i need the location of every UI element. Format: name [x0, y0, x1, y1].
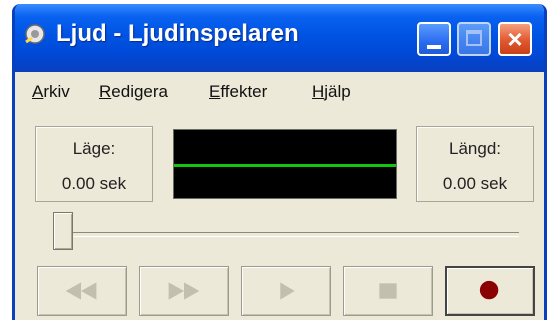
rewind-icon	[65, 282, 97, 300]
stop-icon	[379, 283, 397, 299]
speaker-icon[interactable]	[23, 22, 49, 48]
waveform-display	[173, 129, 397, 199]
title-bar[interactable]: Ljud - Ljudinspelaren ×	[15, 4, 544, 72]
rewind-button[interactable]	[37, 266, 127, 316]
maximize-icon	[466, 30, 482, 46]
close-icon: ×	[507, 24, 523, 54]
menu-hjalp[interactable]: Hjälp	[312, 82, 351, 102]
length-label: Längd:	[449, 139, 501, 158]
window-title: Ljud - Ljudinspelaren	[56, 20, 299, 47]
close-button[interactable]: ×	[498, 22, 532, 56]
record-icon	[479, 280, 499, 300]
minimize-icon	[427, 45, 441, 49]
record-button[interactable]	[445, 266, 535, 316]
menu-effekter[interactable]: Effekter	[209, 82, 267, 102]
maximize-button	[457, 22, 491, 56]
menu-redigera[interactable]: Redigera	[99, 82, 168, 102]
stop-button[interactable]	[343, 266, 433, 316]
menu-arkiv[interactable]: Arkiv	[32, 82, 70, 102]
menu-bar: Arkiv Redigera Effekter Hjälp	[15, 72, 544, 108]
position-value: 0.00 sek	[61, 174, 127, 193]
position-display: Läge: 0.00 sek	[35, 126, 153, 202]
minimize-button[interactable]	[417, 22, 451, 56]
fast-forward-icon	[168, 282, 200, 300]
play-button[interactable]	[241, 266, 331, 316]
length-value: 0.00 sek	[442, 174, 508, 193]
fast-forward-button[interactable]	[139, 266, 229, 316]
waveform-line	[174, 164, 396, 167]
position-slider-track[interactable]	[59, 232, 519, 237]
position-slider-thumb[interactable]	[53, 212, 73, 250]
position-label: Läge:	[72, 139, 116, 158]
length-display: Längd: 0.00 sek	[416, 126, 534, 202]
play-icon	[280, 282, 295, 300]
sound-recorder-window: Ljud - Ljudinspelaren × Arkiv Redigera E…	[12, 4, 547, 320]
